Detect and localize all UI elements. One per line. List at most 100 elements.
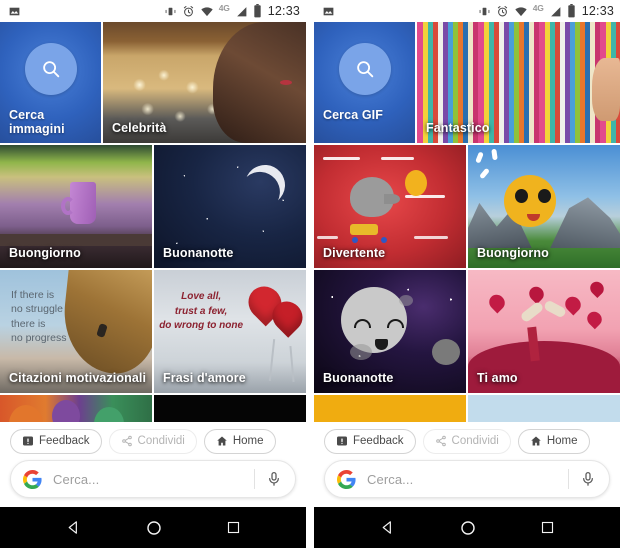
chip-label: Feedback xyxy=(39,435,90,447)
search-divider xyxy=(254,469,255,489)
tile-search-gif[interactable]: Cerca GIF xyxy=(314,22,415,143)
alarm-icon xyxy=(496,5,509,18)
vibrate-icon xyxy=(478,5,491,18)
tile-quote-text: If there is no struggle there is no prog… xyxy=(11,289,67,345)
battery-icon xyxy=(253,4,262,18)
search-input[interactable]: Cerca... xyxy=(53,472,254,487)
tile-row xyxy=(314,395,620,422)
tile-grid: Cerca GIF Fantastico Divertente Buongior… xyxy=(314,22,620,422)
alarm-icon xyxy=(182,5,195,18)
tile-buongiorno-gif[interactable]: Buongiorno xyxy=(468,145,620,268)
home-chip[interactable]: Home xyxy=(203,428,276,454)
wifi-icon xyxy=(514,5,528,18)
chip-label: Condividi xyxy=(137,435,185,447)
tile-label: Cerca immagini xyxy=(9,108,65,136)
google-g-icon xyxy=(23,469,42,489)
tile-label: Fantastico xyxy=(426,121,490,135)
tile-ti-amo[interactable]: Ti amo xyxy=(468,270,620,393)
tile-label: Buongiorno xyxy=(9,246,81,260)
phone-screen-gif: 4G 12:33 Cerca GIF Fantastico Divertente… xyxy=(314,0,620,548)
tile-buongiorno[interactable]: Buongiorno xyxy=(0,145,152,268)
tile-partial-yellow[interactable] xyxy=(314,395,466,422)
panel-gutter xyxy=(306,0,314,548)
tile-buonanotte[interactable]: Buonanotte xyxy=(154,145,306,268)
tile-row: Cerca immagini Celebrità xyxy=(0,22,306,143)
network-type-label: 4G xyxy=(218,3,230,13)
google-search-bar[interactable]: Cerca... xyxy=(10,460,296,498)
tile-row: Buonanotte Ti amo xyxy=(314,270,620,393)
tile-row: Buongiorno Buonanotte xyxy=(0,145,306,268)
home-circle-icon[interactable] xyxy=(145,519,163,537)
tile-partial-blue[interactable] xyxy=(468,395,620,422)
tile-search-images[interactable]: Cerca immagini xyxy=(0,22,101,143)
tile-label: Celebrità xyxy=(112,121,167,135)
android-nav-bar xyxy=(0,507,306,548)
google-search-bar-wrap: Cerca... xyxy=(0,460,306,507)
status-bar: 4G 12:33 xyxy=(314,0,620,22)
chip-label: Home xyxy=(546,435,578,447)
network-type-label: 4G xyxy=(532,3,544,13)
feedback-chip[interactable]: Feedback xyxy=(324,428,416,454)
vibrate-icon xyxy=(164,5,177,18)
tile-grid: Cerca immagini Celebrità Buongiorno Buon… xyxy=(0,22,306,422)
chip-label: Home xyxy=(232,435,264,447)
tile-partial-fireworks[interactable] xyxy=(154,395,306,422)
back-triangle-icon[interactable] xyxy=(65,519,82,536)
recents-square-icon[interactable] xyxy=(226,520,241,535)
home-icon xyxy=(216,435,228,447)
tile-fantastico[interactable]: Fantastico xyxy=(417,22,620,143)
feedback-chip[interactable]: Feedback xyxy=(10,428,102,454)
tile-frasi-damore[interactable]: Love all, trust a few, do wrong to none … xyxy=(154,270,306,393)
signal-icon xyxy=(235,5,248,18)
tile-label: Buongiorno xyxy=(477,246,549,260)
tile-label: Citazioni motivazionali xyxy=(9,371,147,385)
action-chip-bar: Feedback Condividi Home xyxy=(0,422,306,460)
home-circle-icon[interactable] xyxy=(459,519,477,537)
share-chip[interactable]: Condividi xyxy=(108,428,197,454)
back-triangle-icon[interactable] xyxy=(379,519,396,536)
signal-icon xyxy=(549,5,562,18)
feedback-icon xyxy=(22,435,34,447)
search-icon xyxy=(24,43,77,95)
home-icon xyxy=(530,435,542,447)
recents-square-icon[interactable] xyxy=(540,520,555,535)
tile-label: Divertente xyxy=(323,246,386,260)
tile-buonanotte-gif[interactable]: Buonanotte xyxy=(314,270,466,393)
home-chip[interactable]: Home xyxy=(517,428,590,454)
tile-label: Buonanotte xyxy=(163,246,234,260)
search-divider xyxy=(568,469,569,489)
phone-screen-images: 4G 12:33 Cerca immagini Celebrità Buongi… xyxy=(0,0,306,548)
tile-citazioni-motivazionali[interactable]: If there is no struggle there is no prog… xyxy=(0,270,152,393)
share-chip[interactable]: Condividi xyxy=(422,428,511,454)
photo-icon xyxy=(322,5,335,18)
tile-row: If there is no struggle there is no prog… xyxy=(0,270,306,393)
tile-row: Cerca GIF Fantastico xyxy=(314,22,620,143)
microphone-icon[interactable] xyxy=(266,471,282,487)
status-clock: 12:33 xyxy=(581,4,614,18)
microphone-icon[interactable] xyxy=(580,471,596,487)
status-bar: 4G 12:33 xyxy=(0,0,306,22)
battery-icon xyxy=(567,4,576,18)
search-input[interactable]: Cerca... xyxy=(367,472,568,487)
chip-label: Condividi xyxy=(451,435,499,447)
share-icon xyxy=(121,435,133,447)
status-clock: 12:33 xyxy=(267,4,300,18)
tile-partial-balloons[interactable] xyxy=(0,395,152,422)
share-icon xyxy=(435,435,447,447)
google-search-bar-wrap: Cerca... xyxy=(314,460,620,507)
google-search-bar[interactable]: Cerca... xyxy=(324,460,610,498)
tile-label: Ti amo xyxy=(477,371,518,385)
photo-icon xyxy=(8,5,21,18)
chip-label: Feedback xyxy=(353,435,404,447)
tile-divertente[interactable]: Divertente xyxy=(314,145,466,268)
tile-row: Divertente Buongiorno xyxy=(314,145,620,268)
tile-label: Cerca GIF xyxy=(323,108,383,122)
tile-label: Frasi d'amore xyxy=(163,371,246,385)
android-nav-bar xyxy=(314,507,620,548)
tile-quote-text: Love all, trust a few, do wrong to none xyxy=(159,291,244,331)
tile-celebrita[interactable]: Celebrità xyxy=(103,22,306,143)
action-chip-bar: Feedback Condividi Home xyxy=(314,422,620,460)
google-g-icon xyxy=(337,469,356,489)
wifi-icon xyxy=(200,5,214,18)
search-icon xyxy=(338,43,391,95)
